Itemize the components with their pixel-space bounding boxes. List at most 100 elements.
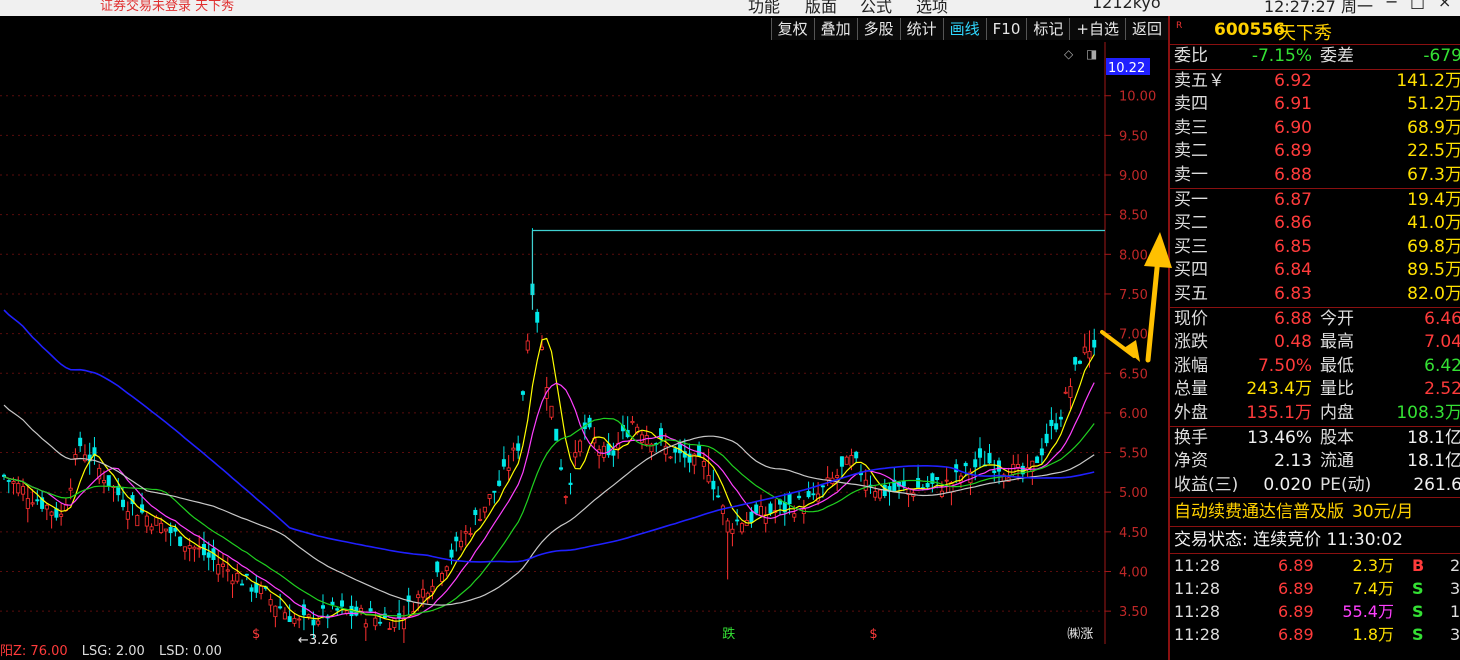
- candle-body: [1063, 391, 1068, 394]
- buy-row-v: 6.84: [1274, 260, 1312, 281]
- sell-row-l: 卖二: [1174, 141, 1208, 162]
- candle-body: [135, 515, 140, 527]
- tick-p: 6.89: [1278, 556, 1314, 576]
- sell-row-v: 6.90: [1274, 117, 1312, 138]
- toolbar-button-1[interactable]: 叠加: [813, 18, 857, 40]
- menu-formula[interactable]: 公式: [860, 0, 892, 16]
- candle-body: [568, 482, 573, 485]
- buy-row-v: 6.87: [1274, 189, 1312, 210]
- subscription-ad[interactable]: 自动续费通达信普及版 30元/月: [1170, 497, 1460, 526]
- candle-body: [82, 454, 87, 462]
- window-title: 证券交易未登录 天下秀: [100, 0, 235, 14]
- fund-row-v2: 261.6: [1413, 474, 1460, 495]
- sell-row: 卖三 6.90 68.9万: [1170, 117, 1460, 141]
- tick-vol: 2.3万: [1352, 556, 1394, 576]
- candle-body: [973, 459, 978, 468]
- sell-row-v2: 141.2万: [1396, 70, 1460, 91]
- candle-body: [387, 628, 392, 630]
- sell-row-v2: 51.2万: [1407, 94, 1460, 115]
- toolbar-button-6[interactable]: 标记: [1026, 18, 1070, 40]
- toolbar-button-0[interactable]: 复权: [770, 18, 814, 40]
- candle-body: [1087, 351, 1092, 359]
- candle-body: [611, 450, 616, 456]
- stat-row-l: 总量: [1174, 379, 1208, 400]
- tick-p: 6.89: [1278, 625, 1314, 645]
- candle-body: [25, 498, 30, 509]
- candle-body: [820, 485, 825, 488]
- sell-row-v: 6.88: [1274, 164, 1312, 185]
- candle-body: [768, 503, 773, 514]
- candle-body: [44, 504, 49, 510]
- candle-body: [416, 594, 421, 599]
- candle-body: [673, 448, 678, 453]
- candle-body: [468, 533, 473, 535]
- ad-price: 30元/月: [1352, 502, 1414, 523]
- toolbar-button-5[interactable]: F10: [985, 18, 1027, 40]
- candle-body: [901, 480, 906, 487]
- fund-row-l: 净资: [1174, 451, 1208, 472]
- candle-body: [297, 618, 302, 621]
- toolbar-button-7[interactable]: +自选: [1069, 18, 1125, 40]
- toolbar-button-3[interactable]: 统计: [899, 18, 943, 40]
- stat-row: 外盘 135.1万 内盘 108.3万: [1170, 402, 1460, 426]
- toolbar-button-2[interactable]: 多股: [856, 18, 900, 40]
- menu-layout[interactable]: 版面: [805, 0, 837, 16]
- buy-row: 买二 6.86 41.0万: [1170, 212, 1460, 236]
- stock-code[interactable]: 600556: [1214, 20, 1285, 40]
- sell-row-l: 卖一: [1174, 164, 1208, 185]
- candle-body: [730, 528, 735, 534]
- stock-name[interactable]: 天下秀: [1278, 19, 1332, 45]
- candle-body: [835, 475, 840, 478]
- y-tick-label: 4.00: [1119, 565, 1148, 580]
- panel-toggle-icon: ◨: [1086, 47, 1097, 61]
- candle-body: [716, 495, 721, 498]
- candle-body: [668, 456, 673, 459]
- kline-chart[interactable]: 10.00 9.50 9.00 8.50 8.00 7.50 7.00 6.50 6.00 5.5…: [0, 42, 1168, 660]
- maximize-icon[interactable]: □: [1410, 0, 1425, 11]
- close-icon[interactable]: ×: [1438, 0, 1451, 11]
- candle-body: [439, 573, 444, 582]
- candle-body: [844, 456, 849, 465]
- candle-body: [1044, 433, 1049, 444]
- fund-row-l2: 流通: [1320, 451, 1354, 472]
- quote-panel: R 600556 天下秀 委比 -7.15% 委差 -679 卖五￥ 6.92 14…: [1168, 16, 1460, 660]
- menu-function[interactable]: 功能: [748, 0, 780, 16]
- candle-body: [340, 600, 345, 607]
- tick-t: 11:28: [1174, 625, 1221, 645]
- kline-svg[interactable]: 10.009.509.008.508.007.507.006.506.005.5…: [0, 42, 1168, 644]
- fund-row-l: 收益(三): [1174, 474, 1239, 495]
- candle-body: [1054, 423, 1059, 430]
- stat-row-v: 6.88: [1274, 308, 1312, 329]
- menu-options[interactable]: 选项: [916, 0, 948, 16]
- indicator-lsd: LSD: 0.00: [158, 644, 222, 659]
- candle-body: [1058, 416, 1063, 420]
- buy-row-v2: 89.5万: [1407, 260, 1460, 281]
- candle-body: [182, 546, 187, 552]
- candle-body: [259, 585, 264, 594]
- sell-row-v2: 68.9万: [1407, 117, 1460, 138]
- tick-list[interactable]: 11:28 6.89 2.3万 B 2 11:28 6.89 7.4万 S 3 11:28 6.89 5…: [1170, 553, 1460, 646]
- y-tick-label: 9.50: [1119, 129, 1148, 144]
- candle-body: [463, 531, 468, 534]
- stat-row-v2: 108.3万: [1396, 402, 1460, 423]
- fund-row-v2: 18.1亿: [1407, 451, 1460, 472]
- buy-row-v2: 82.0万: [1407, 283, 1460, 304]
- toolbar-button-4[interactable]: 画线: [942, 18, 986, 40]
- candle-body: [935, 476, 940, 481]
- sell-row: 卖四 6.91 51.2万: [1170, 93, 1460, 117]
- stat-row-v2: 6.46: [1424, 308, 1460, 329]
- fund-row-l: 换手: [1174, 427, 1208, 448]
- candle-body: [240, 583, 245, 586]
- candle-body: [278, 606, 283, 609]
- toolbar-button-8[interactable]: 返回: [1124, 18, 1168, 40]
- candle-body: [497, 480, 502, 486]
- tick-vol: 55.4万: [1342, 602, 1394, 622]
- candle-body: [797, 495, 802, 499]
- price-stats: 现价 6.88 今开 6.46 涨跌 0.48 最高 7.04 涨幅 7.50% 最低 6.42 总量 2…: [1170, 306, 1460, 426]
- candle-body: [525, 340, 530, 351]
- stat-row-l2: 最低: [1320, 355, 1354, 376]
- ad-text: 自动续费通达信普及版: [1174, 502, 1344, 523]
- minimize-icon[interactable]: −: [1385, 0, 1398, 11]
- buy-row-v: 6.85: [1274, 236, 1312, 257]
- tick-n: 3: [1450, 625, 1460, 645]
